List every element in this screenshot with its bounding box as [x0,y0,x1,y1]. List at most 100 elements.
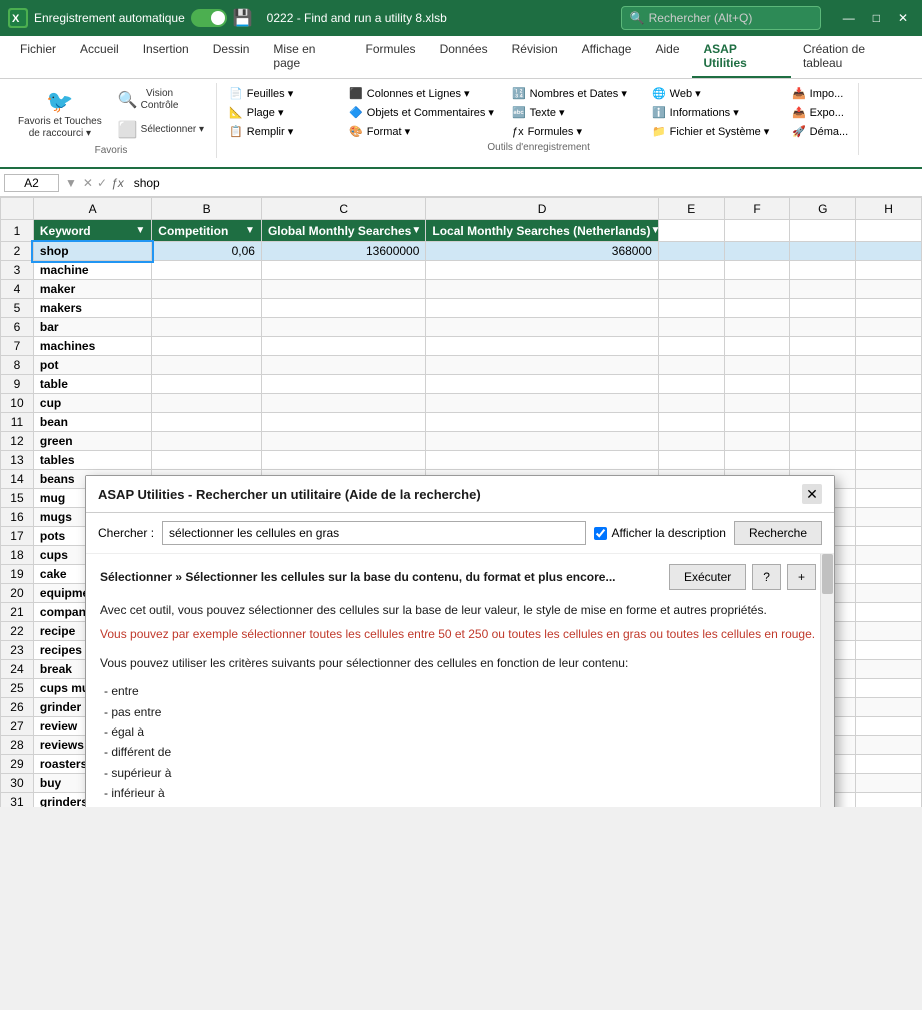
cell-competition[interactable] [152,413,262,432]
btn-favoris[interactable]: 🐦 Favoris et Touchesde raccourci ▾ [12,85,108,143]
cell-global[interactable] [261,337,425,356]
btn-web[interactable]: 🌐 Web ▾ [648,85,778,102]
cell-keyword[interactable]: tables [33,451,151,470]
cell-keyword[interactable]: machine [33,261,151,280]
btn-nombres[interactable]: 🔢 Nombres et Dates ▾ [508,85,638,102]
col-e-header[interactable]: E [658,198,724,220]
col-g-header[interactable]: G [790,198,856,220]
dialog-close-btn[interactable]: ✕ [802,484,822,504]
cell-global[interactable] [261,394,425,413]
cell-keyword[interactable]: shop [33,242,151,261]
cell-keyword[interactable]: pot [33,356,151,375]
asap-search-dialog[interactable]: ASAP Utilities - Rechercher un utilitair… [85,475,835,807]
cell-local[interactable] [426,394,658,413]
cell-keyword[interactable]: makers [33,299,151,318]
tab-accueil[interactable]: Accueil [68,36,131,78]
save-icon[interactable]: 💾 [233,8,253,28]
tab-donnees[interactable]: Données [428,36,500,78]
tab-revision[interactable]: Révision [500,36,570,78]
cell-competition[interactable] [152,337,262,356]
cell-global[interactable] [261,261,425,280]
cell-local[interactable]: 368000 [426,242,658,261]
btn-colonnes[interactable]: ⬛ Colonnes et Lignes ▾ [345,85,498,102]
tab-mise-en-page[interactable]: Mise en page [261,36,353,78]
formula-input[interactable] [128,175,918,191]
cell-competition[interactable] [152,356,262,375]
cell-keyword[interactable]: maker [33,280,151,299]
cell-competition[interactable]: 0,06 [152,242,262,261]
formula-confirm-icon[interactable]: ✓ [97,176,107,190]
dialog-body[interactable]: Sélectionner » Sélectionner les cellules… [86,554,834,807]
tab-dessin[interactable]: Dessin [201,36,262,78]
cell-competition[interactable] [152,299,262,318]
cell-local[interactable] [426,375,658,394]
scrollbar-thumb[interactable] [822,554,833,594]
cell-reference[interactable] [4,174,59,192]
minimize-btn[interactable]: — [837,9,861,27]
cell-competition[interactable] [152,375,262,394]
btn-fichier[interactable]: 📁 Fichier et Système ▾ [648,123,778,140]
cell-local[interactable] [426,356,658,375]
btn-plage[interactable]: 📐 Plage ▾ [225,104,335,121]
tab-aide[interactable]: Aide [643,36,691,78]
cell-global[interactable] [261,299,425,318]
cell-local[interactable] [426,280,658,299]
btn-feuilles[interactable]: 📄 Feuilles ▾ [225,85,335,102]
cell-keyword[interactable]: machines [33,337,151,356]
dialog-scrollbar[interactable] [820,554,834,807]
col-c-header[interactable]: C [261,198,425,220]
btn-selectionner[interactable]: ⬜ Sélectionner ▾ [112,117,210,143]
autosave-toggle[interactable] [191,9,227,27]
cell-competition[interactable] [152,318,262,337]
cell-competition[interactable] [152,451,262,470]
tab-affichage[interactable]: Affichage [570,36,644,78]
cell-global[interactable]: 13600000 [261,242,425,261]
btn-remplir[interactable]: 📋 Remplir ▾ [225,123,335,140]
cell-local[interactable] [426,261,658,280]
col-a-header[interactable]: A [33,198,151,220]
show-desc-checkbox[interactable]: Afficher la description [594,526,726,540]
col-d-header[interactable]: D [426,198,658,220]
tab-fichier[interactable]: Fichier [8,36,68,78]
btn-texte[interactable]: 🔤 Texte ▾ [508,104,638,121]
col-h-header[interactable]: H [856,198,922,220]
btn-import[interactable]: 📥 Impo... [788,85,852,102]
plus-btn[interactable]: + [787,564,816,590]
tab-creation[interactable]: Création de tableau [791,36,914,78]
maximize-btn[interactable]: □ [867,9,886,27]
cell-global[interactable] [261,413,425,432]
btn-objets[interactable]: 🔷 Objets et Commentaires ▾ [345,104,498,121]
btn-dema[interactable]: 🚀 Déma... [788,123,852,140]
tab-asap[interactable]: ASAP Utilities [692,36,791,78]
cell-keyword[interactable]: bar [33,318,151,337]
cell-competition[interactable] [152,432,262,451]
cell-competition[interactable] [152,280,262,299]
btn-export[interactable]: 📤 Expo... [788,104,852,121]
col-b-header[interactable]: B [152,198,262,220]
cell-competition[interactable] [152,261,262,280]
close-btn[interactable]: ✕ [892,9,914,27]
cell-global[interactable] [261,318,425,337]
cell-local[interactable] [426,337,658,356]
btn-informations[interactable]: ℹ️ Informations ▾ [648,104,778,121]
cell-keyword[interactable]: table [33,375,151,394]
tab-formules[interactable]: Formules [354,36,428,78]
formula-fx-icon[interactable]: ƒx [111,176,124,190]
exec-btn[interactable]: Exécuter [669,564,746,590]
cell-local[interactable] [426,413,658,432]
col-f-header[interactable]: F [724,198,790,220]
cell-global[interactable] [261,375,425,394]
cell-keyword[interactable]: bean [33,413,151,432]
search-box[interactable]: 🔍 Rechercher (Alt+Q) [621,6,821,30]
cell-keyword[interactable]: cup [33,394,151,413]
search-input[interactable] [162,521,586,545]
cell-global[interactable] [261,451,425,470]
btn-vision[interactable]: 🔍 VisionContrôle [112,85,210,115]
cell-competition[interactable] [152,394,262,413]
show-desc-check[interactable] [594,527,607,540]
cell-keyword[interactable]: green [33,432,151,451]
btn-format[interactable]: 🎨 Format ▾ [345,123,498,140]
help-btn[interactable]: ? [752,564,781,590]
btn-formules-asap[interactable]: ƒx Formules ▾ [508,123,638,140]
cell-global[interactable] [261,432,425,451]
